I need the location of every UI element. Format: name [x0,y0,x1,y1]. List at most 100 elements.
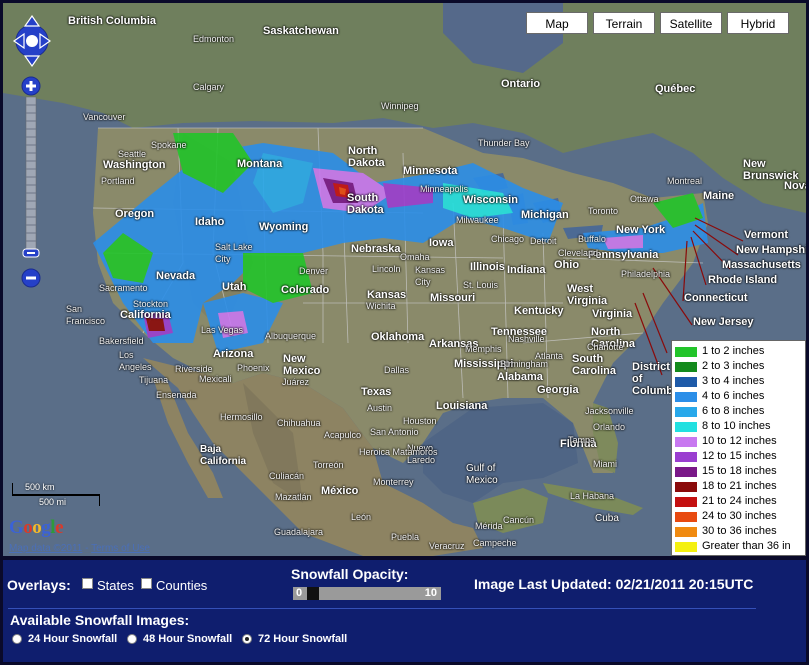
states-checkbox[interactable] [82,578,93,589]
option-72-hour-label: 72 Hour Snowfall [258,633,348,645]
city-portland: Portland [101,176,135,186]
counties-checkbox[interactable] [141,578,152,589]
radio-24-hour[interactable] [12,634,22,644]
available-images-label: Available Snowfall Images: [10,612,190,628]
legend-row: 6 to 8 inches [675,404,805,419]
zoom-slider-handle-icon[interactable] [22,248,40,258]
overlays-label: Overlays: [7,577,71,593]
label-wisconsin: Wisconsin [463,194,518,206]
radio-48-hour[interactable] [127,634,137,644]
city-monclova: Heroica Matamoros [359,447,438,457]
city-chihuahua: Chihuahua [277,418,321,428]
city-guadalajara: Guadalajara [274,527,324,537]
legend-swatch [675,377,697,387]
label-west-virginia: West Virginia [567,283,608,307]
city-tijuana: Tijuana [139,375,169,385]
city-cancun: Cancún [503,515,535,525]
legend-row: 21 to 24 inches [675,494,805,509]
label-minnesota: Minnesota [403,165,458,177]
map-type-hybrid-button[interactable]: Hybrid [727,12,789,34]
city-san-antonio: San Antonio [370,427,419,437]
map-data-link[interactable]: Map data ©2011 [9,543,82,554]
city-edmonton: Edmonton [193,34,235,44]
opacity-label: Snowfall Opacity: [291,566,409,582]
city-st-louis: St. Louis [463,280,499,290]
legend-label: 24 to 30 inches [702,510,777,522]
legend-label: 6 to 8 inches [702,405,765,417]
city-calgary: Calgary [193,82,225,92]
city-austin: Austin [367,403,393,413]
city-las-vegas: Las Vegas [201,325,244,335]
city-houston: Houston [403,416,437,426]
label-new-hampshire: New Hampshire [736,244,806,256]
label-utah: Utah [222,281,247,293]
label-baja-california: Baja California [200,444,247,467]
city-la-habana: La Habana [570,491,615,501]
city-lincoln: Lincoln [372,264,401,274]
city-hermosillo: Hermosillo [220,412,263,422]
city-chicago: Chicago [491,234,525,244]
label-missouri: Missouri [430,292,476,304]
city-jacksonville: Jacksonville [585,406,634,416]
legend-label: Greater than 36 in [702,540,791,552]
opacity-min-label: 0 [296,587,303,599]
zoom-track[interactable] [25,96,37,250]
app-frame: British Columbia Saskatchewan Ontario Qu… [0,0,809,665]
city-milwaukee: Milwaukee [456,215,499,225]
city-charlotte: Charlotte [587,342,624,352]
label-montana: Montana [237,158,283,170]
terms-of-use-link[interactable]: Terms of Use [91,543,150,554]
label-ontario: Ontario [501,78,541,90]
legend-label: 15 to 18 inches [702,465,777,477]
legend-row: 12 to 15 inches [675,449,805,464]
legend-swatch [675,527,697,537]
legend-row: 18 to 21 inches [675,479,805,494]
opacity-slider[interactable]: 0 10 [293,587,441,600]
legend-swatch [675,497,697,507]
city-orlando: Orlando [593,422,626,432]
city-puebla: Puebla [391,532,420,542]
label-nova: Nova [784,180,806,192]
city-omaha: Omaha [400,252,430,262]
legend-label: 3 to 4 inches [702,375,765,387]
label-colorado: Colorado [281,284,330,296]
legend-label: 18 to 21 inches [702,480,777,492]
zoom-in-icon[interactable] [21,76,41,96]
legend-row: 10 to 12 inches [675,434,805,449]
pan-up-icon[interactable] [23,14,41,27]
label-british-columbia: British Columbia [68,15,157,27]
city-detroit: Detroit [530,236,557,246]
legend-label: 4 to 6 inches [702,390,765,402]
zoom-out-icon[interactable] [21,268,41,288]
legend-row: 24 to 30 inches [675,509,805,524]
map-type-map-button[interactable]: Map [526,12,588,34]
city-mexicali: Mexicali [199,374,232,384]
city-vancouver: Vancouver [83,112,126,122]
pan-down-icon[interactable] [23,55,41,68]
map-view[interactable]: British Columbia Saskatchewan Ontario Qu… [3,3,806,556]
map-type-terrain-button[interactable]: Terrain [593,12,655,34]
label-louisiana: Louisiana [436,400,488,412]
legend-swatch [675,392,697,402]
label-illinois: Illinois [470,261,505,273]
opacity-max-label: 10 [424,587,437,599]
label-iowa: Iowa [429,237,454,249]
states-label: States [97,578,134,593]
city-buffalo: Buffalo [578,234,606,244]
city-toronto: Toronto [588,206,619,216]
legend-row: 8 to 10 inches [675,419,805,434]
city-mazatlan: Mazatlán [275,492,312,502]
legend-swatch [675,452,697,462]
legend-label: 8 to 10 inches [702,420,771,432]
city-monterrey: Monterrey [373,477,414,487]
radio-72-hour[interactable] [242,634,252,644]
snowfall-legend: 1 to 2 inches 2 to 3 inches 3 to 4 inches 4… [671,340,806,556]
legend-swatch [675,347,697,357]
option-48-hour-label: 48 Hour Snowfall [143,633,233,645]
google-logo[interactable]: Google [9,517,63,539]
opacity-slider-thumb[interactable] [306,587,319,600]
city-nashville: Nashville [508,334,545,344]
city-san-francisco: San Francisco [66,304,106,326]
label-massachusetts: Massachusetts [722,259,801,271]
map-type-satellite-button[interactable]: Satellite [660,12,722,34]
